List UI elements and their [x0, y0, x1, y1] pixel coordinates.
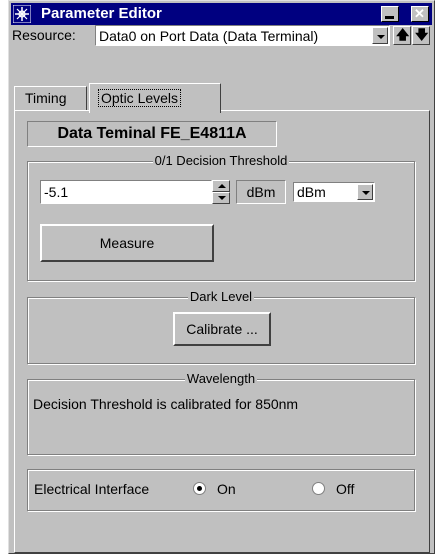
decision-threshold-legend: 0/1 Decision Threshold [28, 153, 414, 168]
measure-label: Measure [99, 235, 155, 251]
tab-optic-levels[interactable]: Optic Levels [89, 83, 221, 113]
move-down-button[interactable]: 🡇 [412, 26, 430, 45]
spinner-up-button[interactable] [212, 180, 230, 192]
dark-level-group: Dark Level Calibrate ... [27, 289, 415, 364]
arrow-down-icon: 🡇 [415, 27, 429, 42]
radio-on[interactable]: On [193, 480, 253, 498]
threshold-input[interactable]: -5.1 [40, 180, 212, 204]
measure-button[interactable]: Measure [40, 224, 214, 262]
resource-dropdown-arrow[interactable] [372, 27, 388, 44]
dark-level-title: Dark Level [187, 289, 255, 304]
title-bar[interactable]: Parameter Editor ✕ [11, 3, 432, 25]
minimize-icon [385, 16, 394, 19]
parameter-editor-window: Parameter Editor ✕ Resource: Data0 on Po… [8, 0, 435, 554]
electrical-interface-label: Electrical Interface [34, 481, 150, 497]
radio-off[interactable]: Off [312, 480, 372, 498]
minimize-button[interactable] [381, 6, 399, 22]
dark-level-legend: Dark Level [28, 289, 414, 304]
radio-on-label: On [217, 481, 236, 497]
calibrate-label: Calibrate ... [186, 321, 258, 337]
tab-timing-label: Timing [25, 90, 67, 106]
decision-threshold-title: 0/1 Decision Threshold [152, 153, 290, 168]
unit-select-value: dBm [297, 184, 326, 200]
calibrate-button[interactable]: Calibrate ... [173, 312, 271, 346]
wavelength-group: Wavelength Decision Threshold is calibra… [27, 371, 415, 455]
spinner-down-button[interactable] [212, 192, 230, 204]
move-up-button[interactable]: 🡅 [393, 26, 411, 45]
panel-header-text: Data Teminal FE_E4811A [57, 125, 247, 142]
threshold-unit-label: dBm [236, 180, 286, 204]
chevron-down-icon [377, 35, 385, 39]
resource-value: Data0 on Port Data (Data Terminal) [99, 28, 319, 44]
wavelength-legend: Wavelength [28, 371, 414, 386]
unit-select-arrow[interactable] [357, 184, 373, 200]
wavelength-title: Wavelength [184, 371, 258, 386]
close-icon: ✕ [414, 6, 425, 21]
decision-threshold-group: 0/1 Decision Threshold -5.1 dBm dBm Meas… [27, 153, 415, 281]
close-button[interactable]: ✕ [411, 6, 429, 22]
arrow-up-icon: 🡅 [396, 27, 410, 42]
radio-on-indicator[interactable] [193, 482, 206, 495]
resource-dropdown[interactable]: Data0 on Port Data (Data Terminal) [95, 25, 390, 46]
tab-panel: Data Teminal FE_E4811A 0/1 Decision Thre… [14, 110, 430, 553]
chevron-down-icon [362, 191, 370, 195]
app-icon [13, 5, 31, 23]
threshold-value: -5.1 [44, 184, 69, 200]
radio-off-label: Off [336, 481, 355, 497]
spinner-down-icon [218, 196, 226, 200]
resource-label: Resource: [12, 27, 76, 43]
panel-header: Data Teminal FE_E4811A [27, 121, 277, 147]
tab-timing[interactable]: Timing [14, 86, 87, 110]
spinner-up-icon [218, 184, 226, 188]
threshold-unit-text: dBm [246, 184, 276, 200]
threshold-spinner[interactable] [212, 180, 230, 204]
tab-optic-levels-label: Optic Levels [98, 89, 182, 107]
wavelength-text: Decision Threshold is calibrated for 850… [33, 396, 299, 412]
radio-off-indicator[interactable] [312, 482, 325, 495]
window-title: Parameter Editor [41, 5, 162, 22]
electrical-interface-group: Electrical Interface On Off [27, 469, 415, 511]
unit-select[interactable]: dBm [293, 182, 375, 202]
